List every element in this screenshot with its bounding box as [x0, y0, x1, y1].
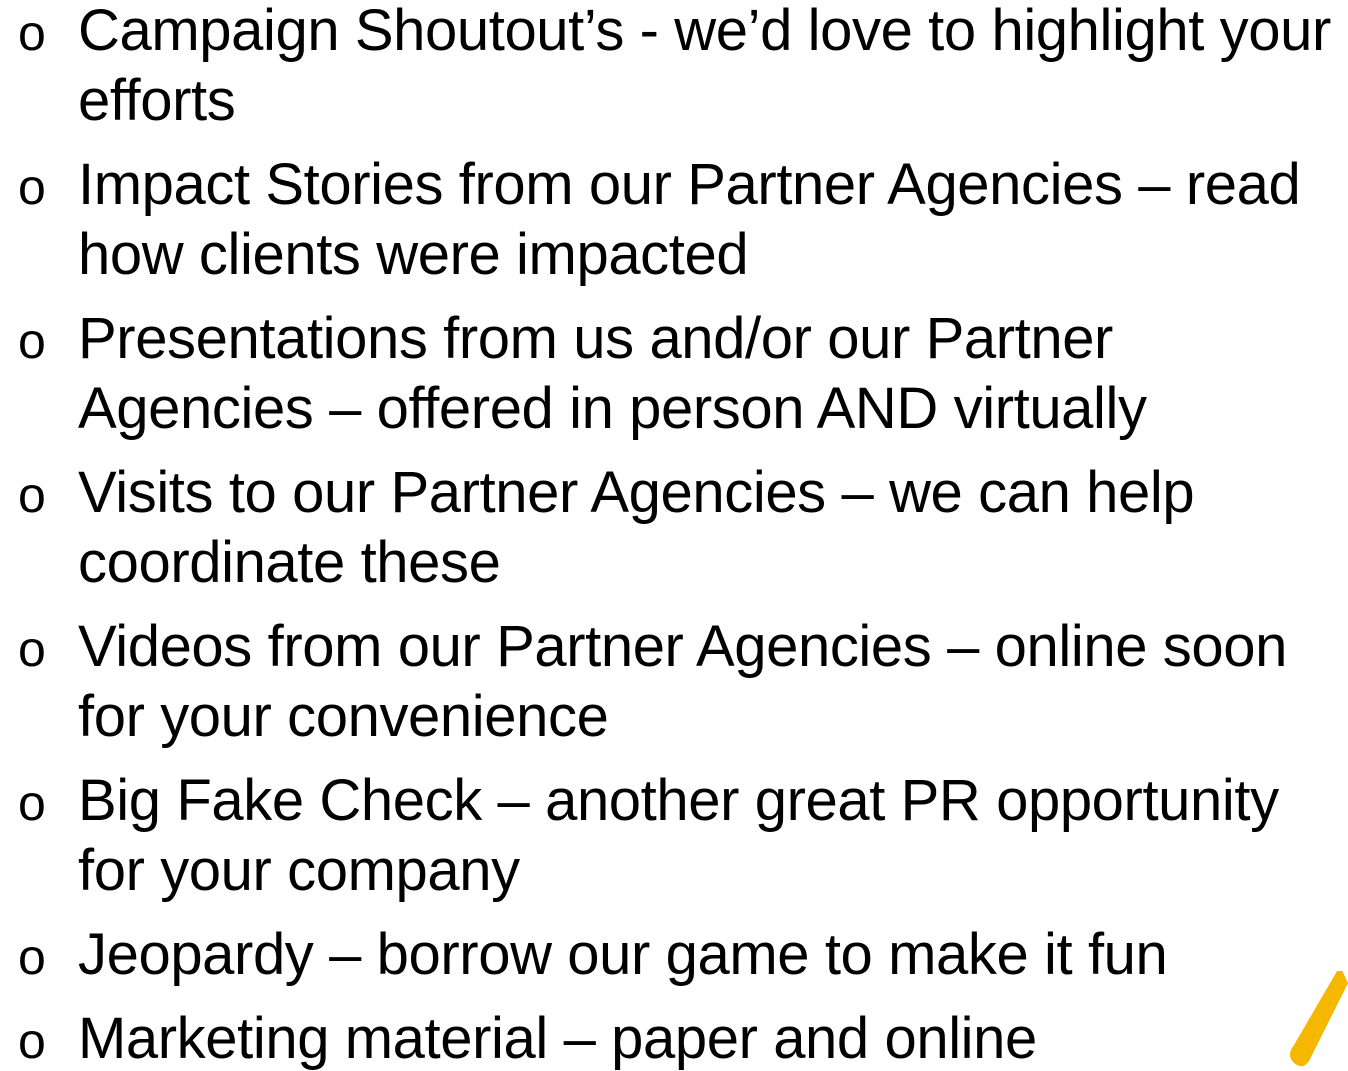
bullet-marker: o: [18, 5, 46, 61]
bullet-marker: o: [18, 775, 46, 831]
bullet-marker: o: [18, 467, 46, 523]
bullet-marker: o: [18, 313, 46, 369]
bullet-item: o Videos from our Partner Agencies – onl…: [18, 612, 1338, 752]
bullet-text: Big Fake Check – another great PR opport…: [78, 768, 1279, 903]
bullet-item: o Impact Stories from our Partner Agenci…: [18, 150, 1338, 290]
bullet-item: o Visits to our Partner Agencies – we ca…: [18, 458, 1338, 598]
bullet-text: Jeopardy – borrow our game to make it fu…: [78, 922, 1168, 987]
bullet-text: Videos from our Partner Agencies – onlin…: [78, 614, 1287, 749]
bullet-item: o Marketing material – paper and online: [18, 1004, 1338, 1071]
bullet-marker: o: [18, 1013, 46, 1069]
bullet-marker: o: [18, 929, 46, 985]
decorative-accent-shape: [1290, 971, 1348, 1067]
bullet-text: Impact Stories from our Partner Agencies…: [78, 152, 1301, 287]
bullet-marker: o: [18, 159, 46, 215]
bullet-text: Marketing material – paper and online: [78, 1006, 1037, 1071]
bullet-item: o Jeopardy – borrow our game to make it …: [18, 920, 1338, 990]
bullet-text: Visits to our Partner Agencies – we can …: [78, 460, 1195, 595]
bullet-list: o Campaign Shoutout’s - we’d love to hig…: [18, 0, 1338, 1071]
bullet-item: o Presentations from us and/or our Partn…: [18, 304, 1338, 444]
slide: o Campaign Shoutout’s - we’d love to hig…: [0, 0, 1348, 1071]
bullet-text: Campaign Shoutout’s - we’d love to highl…: [78, 0, 1331, 133]
bullet-marker: o: [18, 621, 46, 677]
accent-stroke: [1290, 971, 1348, 1067]
bullet-item: o Big Fake Check – another great PR oppo…: [18, 766, 1338, 906]
bullet-item: o Campaign Shoutout’s - we’d love to hig…: [18, 0, 1338, 136]
bullet-text: Presentations from us and/or our Partner…: [78, 306, 1147, 441]
